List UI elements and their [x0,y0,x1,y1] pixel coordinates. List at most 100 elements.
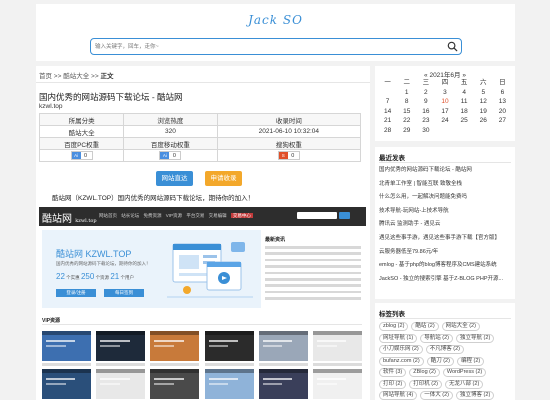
search-input[interactable] [95,41,435,52]
visit-site-button[interactable]: 网站直达 [156,171,193,186]
weight-value: 0 [172,153,176,159]
calendar-day[interactable]: 12 [474,97,493,107]
calendar-day [474,126,493,136]
breadcrumb-home[interactable]: 首页 [39,73,52,80]
tag-link[interactable]: bufanz.com (2) [379,356,424,366]
tag-link[interactable]: 酷站 (2) [411,322,439,331]
latest-post-link[interactable]: 国内优秀的网站源码下载论坛 - 酷站网 [379,164,513,178]
calendar-day[interactable]: 19 [474,107,493,117]
site-summary: 酷站网（KZWL.TOP）国内优秀的网站源码下载论坛，期待你的加入！ [52,195,255,202]
calendar-day[interactable]: 29 [397,126,416,136]
table-cell-category[interactable]: 酷站大全 [38,125,125,138]
tag-link[interactable]: 打印 (2) [379,379,407,389]
latest-post-link[interactable]: 北青单工作室 | 智能互联 致敬全栈 [379,178,513,192]
calendar-day[interactable]: 23 [416,116,435,126]
latest-post-link[interactable]: 技术导航-玩网站-上技术导航 [379,205,513,219]
latest-posts-list: 国内优秀的网站源码下载论坛 - 酷站网 北青单工作室 | 智能互联 致敬全栈 什么怎… [379,164,513,286]
calendar-day-today[interactable]: 10 [435,97,454,107]
calendar-day[interactable]: 27 [493,116,512,126]
latest-post-link[interactable]: 腾讯云 监测助手 - 遇见云 [379,218,513,232]
calendar-grid: 一二三四五六日 1 2 3 4 5 6 7 8 9 10 11 12 13 14 15 16 17 18 19 20 21… [378,78,512,135]
calendar: « 2021年6月 » 一二三四五六日 1 2 3 4 5 6 7 8 9 10 11 12 13 14 15… [375,66,515,141]
latest-post-link[interactable]: JackSO - 独立的搜索引擎 基于Z-BLOG PHP开源... [379,273,513,287]
baidu-pc-weight-badge[interactable]: Ai 0 [70,151,93,160]
calendar-day[interactable]: 5 [474,88,493,98]
latest-post-link[interactable]: 遇见这些事手游，遇见这些事手游下载【官方版】 [379,232,513,246]
calendar-day[interactable]: 30 [416,126,435,136]
calendar-day[interactable]: 2 [416,88,435,98]
calendar-day[interactable]: 21 [378,116,397,126]
latest-post-link[interactable]: emlog - 基于php的blog博客程序及CMS建站系统 [379,259,513,273]
stat-label: 个用户 [120,275,135,280]
breadcrumb-category[interactable]: 酷站大全 [63,73,89,80]
tag-link[interactable]: 编程 (2) [456,356,485,366]
calendar-weekday: 二 [403,79,410,86]
baidu-icon: Ai [160,152,170,159]
calendar-day[interactable]: 25 [455,116,474,126]
calendar-day[interactable]: 22 [397,116,416,126]
calendar-day[interactable]: 24 [435,116,454,126]
calendar-day[interactable]: 14 [378,107,397,117]
tag-link[interactable]: 独立博客 (2) [456,391,495,400]
vip-thumbnail-caption [42,363,91,366]
apply-listing-button[interactable]: 申请收录 [205,171,242,186]
tag-link[interactable]: 导航站 (2) [420,333,454,343]
calendar-row: 7 8 9 10 11 12 13 [378,97,512,107]
calendar-day[interactable]: 8 [397,97,416,107]
calendar-day[interactable]: 18 [455,107,474,117]
tag-link[interactable]: 网址导航 (1) [379,333,418,343]
tag-link[interactable]: 独立导航 (2) [456,333,495,343]
calendar-day[interactable]: 7 [378,97,397,107]
tag-link[interactable]: 不凡博客 (2) [425,345,465,354]
vip-thumbnail [96,369,146,399]
calendar-day[interactable]: 1 [397,88,416,98]
calendar-day[interactable]: 13 [493,97,512,107]
baidu-mobile-weight-badge[interactable]: Ai 0 [159,151,182,160]
calendar-day[interactable]: 6 [493,88,512,98]
search-icon[interactable] [447,41,458,52]
calendar-day[interactable]: 17 [435,107,454,117]
tag-link[interactable]: zblog (2) [379,322,409,331]
tag-row: 打印 (2) 打印机 (2) 无龙八部 (2) [379,379,513,392]
calendar-weekday: 日 [499,79,506,86]
tag-link[interactable]: 酷刀 (2) [426,356,454,366]
tag-link[interactable]: 一体大 (2) [420,391,454,400]
calendar-day[interactable]: 4 [455,88,474,98]
calendar-row: 一二三四五六日 [378,78,512,88]
tag-link[interactable]: 网站大全 (2) [441,322,480,331]
tag-row: 网址导航 (1) 导航站 (2) 独立导航 (2) [379,333,513,346]
vip-thumbnail [42,331,91,361]
calendar-day[interactable]: 26 [474,116,493,126]
tag-link[interactable]: ZBlog (2) [409,368,440,377]
tag-link[interactable]: 打印机 (2) [409,379,443,389]
latest-post-link[interactable]: 什么怎么用，一起解决问题能免费吗 [379,191,513,205]
calendar-day[interactable]: 3 [435,88,454,98]
calendar-day[interactable]: 28 [378,126,397,136]
calendar-day[interactable]: 20 [493,107,512,117]
vip-thumbnail [204,331,254,361]
calendar-row: 21 22 23 24 25 26 27 [378,116,512,126]
banner-title: 酷站网 KZWL.TOP [56,249,132,259]
screenshot-search-button [339,212,350,219]
tag-link[interactable]: 网站导航 (4) [379,391,418,400]
search-box[interactable] [90,38,462,55]
vip-thumbnail-caption [313,363,362,366]
calendar-weekday: 一 [384,79,391,86]
calendar-day[interactable]: 15 [397,107,416,117]
news-line [265,252,361,255]
latest-posts-panel: 最近发表 国内优秀的网站源码下载论坛 - 酷站网 北青单工作室 | 智能互联 致敬… [375,147,515,299]
banner-checkin-button: 每日签到 [104,289,144,297]
latest-post-link[interactable]: 云服务器低至79.86元/年 [379,246,513,260]
tag-link[interactable]: 无龙八部 (2) [445,379,484,389]
tag-link[interactable]: 软件 (3) [379,368,407,377]
main-content: 首页 >> 酷站大全 >> 正文 国内优秀的网站源码下载论坛 - 酷站网 kzw… [36,66,370,400]
divider [379,162,511,163]
tag-link[interactable]: 小刀娱乐网 (2) [379,345,423,354]
calendar-day[interactable]: 16 [416,107,435,117]
sogou-weight-badge[interactable]: S0 [277,151,300,160]
vip-thumbnail [42,369,91,399]
calendar-day[interactable]: 11 [455,97,474,107]
tag-link[interactable]: WordPress (2) [442,368,487,377]
calendar-day[interactable]: 9 [416,97,435,107]
site-title[interactable]: Jack SO [36,13,515,27]
